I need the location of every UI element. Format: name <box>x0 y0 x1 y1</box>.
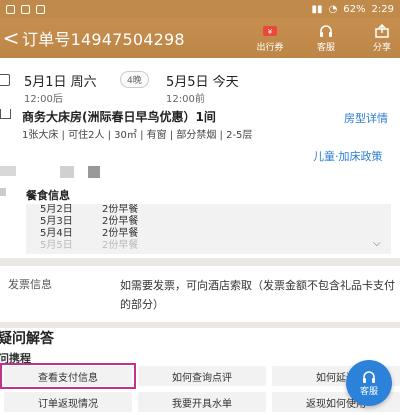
meal-row: 5月4日 2份早餐 <box>40 228 139 239</box>
meal-list[interactable]: 5月2日 2份早餐 5月3日 2份早餐 5月4日 2份早餐 5月5日 2份早餐 <box>26 204 391 254</box>
calendar-icon <box>0 74 10 86</box>
customer-service-label: 客服 <box>316 42 335 53</box>
travel-coupon-label: 出行券 <box>256 42 284 53</box>
redacted-block <box>0 188 6 196</box>
share-label: 分享 <box>372 42 391 53</box>
bed-icon <box>0 109 11 119</box>
invoice-label: 发票信息 <box>8 278 52 291</box>
redacted-block <box>88 166 100 178</box>
room-detail-link[interactable]: 房型详情 <box>344 110 388 126</box>
kids-extra-bed-policy-link[interactable]: 儿童·加床政策 <box>313 148 383 164</box>
meal-row: 5月3日 2份早餐 <box>40 216 139 227</box>
meal-row: 5月2日 2份早餐 <box>40 204 139 215</box>
share-button[interactable]: 分享 <box>354 23 400 53</box>
faq-section: 疑问解答 问携程 查看支付信息 如何查询点评 如何延迟 订单返现情况 我要开具水… <box>0 328 400 415</box>
order-number-title: 订单号14947504298 <box>22 30 185 49</box>
status-left-icons <box>6 4 45 14</box>
section-divider <box>0 258 400 266</box>
back-arrow-icon[interactable]: < <box>0 18 22 58</box>
checkin-time: 12:00后 <box>24 94 63 105</box>
signal-icon: ▮▮ <box>311 3 323 15</box>
notification-icon <box>6 4 15 14</box>
checkout-date: 5月5日 今天 <box>166 75 239 90</box>
faq-button-cashback-status[interactable]: 订单返现情况 <box>4 392 132 412</box>
chevron-down-icon[interactable]: ⌵ <box>373 238 383 249</box>
faq-button-water-bill[interactable]: 我要开具水单 <box>138 392 266 412</box>
invoice-section: 发票信息 如需要发票，可向酒店索取（发票金额不包含礼品卡支付的部分） <box>0 266 400 322</box>
faq-title: 疑问解答 <box>0 331 54 347</box>
nights-badge: 4晚 <box>120 71 149 88</box>
meal-row: 5月5日 2份早餐 <box>40 240 139 251</box>
room-info: 商务大床房(洲际春日早鸟优惠）1间 房型详情 1张大床 | 可住2人 | 30㎡… <box>0 106 400 148</box>
invoice-text: 如需要发票，可向酒店索取（发票金额不包含礼品卡支付的部分） <box>120 279 395 311</box>
checkout-time: 12:00前 <box>166 94 205 105</box>
headset-icon <box>320 24 332 37</box>
ticket-icon: ¥ <box>263 25 277 36</box>
redacted-block <box>60 166 74 178</box>
checkin-date: 5月1日 周六 <box>24 75 97 90</box>
room-spec: 1张大床 | 可住2人 | 30㎡ | 有窗 | 部分禁烟 | 2-5层 <box>22 130 253 141</box>
floating-customer-service-button[interactable]: 客服 <box>346 360 392 406</box>
status-bar: ▮▮ ◔ 62% 2:29 <box>0 0 400 18</box>
app-header: < 订单号14947504298 ¥ 出行券 客服 分享 <box>0 18 400 58</box>
clock: 2:29 <box>371 3 394 15</box>
floating-service-label: 客服 <box>359 386 378 397</box>
faq-button-review-query[interactable]: 如何查询点评 <box>138 366 266 386</box>
travel-coupon-button[interactable]: ¥ 出行券 <box>242 24 298 53</box>
notification-icon <box>36 4 45 14</box>
battery-level: 62% <box>343 3 366 15</box>
customer-service-button[interactable]: 客服 <box>298 24 354 53</box>
svg-text:¥: ¥ <box>268 28 273 36</box>
room-name: 商务大床房(洲际春日早鸟优惠）1间 <box>22 110 216 124</box>
wifi-icon: ◔ <box>328 3 338 15</box>
highlight-box <box>0 363 136 389</box>
meal-info-title: 餐食信息 <box>26 189 70 202</box>
share-icon <box>375 23 389 38</box>
headset-icon <box>363 370 375 383</box>
notification-icon <box>21 4 30 14</box>
stay-dates: 5月1日 周六 12:00后 4晚 5月5日 今天 12:00前 <box>0 66 400 106</box>
redacted-block <box>0 166 16 176</box>
